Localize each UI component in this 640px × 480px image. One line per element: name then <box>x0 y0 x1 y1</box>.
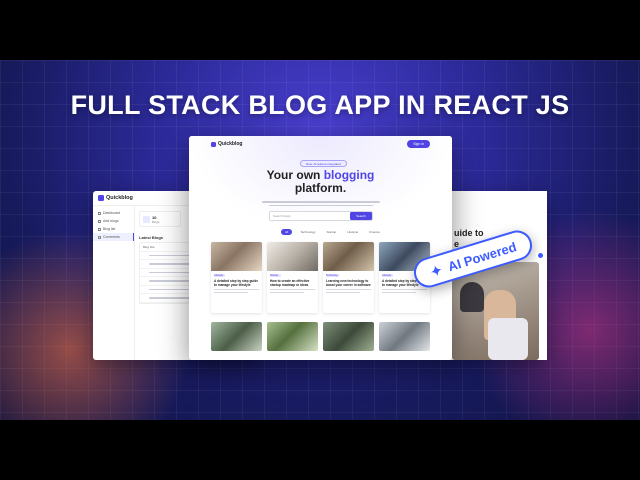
headline: FULL STACK BLOG APP IN REACT JS <box>70 90 570 120</box>
stat-card-blogs: 10 Blogs <box>139 211 181 227</box>
sidebar-item-blog-list[interactable]: Blog list <box>93 225 134 233</box>
blog-card-tag: Lifestyle <box>214 274 225 277</box>
blog-card[interactable] <box>323 322 374 351</box>
blog-card-title: A detailed step by step guide to manage … <box>214 279 258 287</box>
sparkle-icon <box>430 264 442 276</box>
blog-card[interactable] <box>267 322 318 351</box>
stat-label: Blogs <box>152 219 160 224</box>
blog-card-image <box>211 242 262 271</box>
letterbox-top <box>0 0 640 60</box>
hero-title-accent: blogging <box>323 168 375 182</box>
hero-subtitle <box>261 199 381 206</box>
blog-card-image <box>323 242 374 271</box>
blog-stat-icon <box>143 215 150 223</box>
tab-technology[interactable]: Technology <box>297 229 318 235</box>
list-icon <box>98 227 101 231</box>
blog-card-title: Learning new technology to boost your ca… <box>326 279 371 287</box>
blog-card-grid: Lifestyle A detailed step by step guide … <box>211 242 431 351</box>
navbar: Quickblog Sign in <box>189 136 452 152</box>
admin-sidebar: Dashboard Add blogs Blog list Comments <box>93 206 135 360</box>
admin-logo-text: Quickblog <box>106 195 133 201</box>
tab-finance[interactable]: Finance <box>366 229 383 235</box>
blog-card-image <box>267 322 318 351</box>
blog-card[interactable]: Technology Learning new technology to bo… <box>323 242 374 313</box>
sign-in-button[interactable]: Sign in <box>407 140 430 148</box>
add-icon <box>98 219 101 223</box>
tab-lifestyle[interactable]: Lifestyle <box>344 229 361 235</box>
comment-icon <box>98 235 101 239</box>
hero-title: Your own blogging platform. <box>266 168 375 195</box>
site-logo[interactable]: Quickblog <box>211 141 242 147</box>
blog-card-tag: Startup <box>270 274 281 277</box>
blog-card-image <box>379 322 430 351</box>
tab-startup[interactable]: Startup <box>324 229 340 235</box>
blog-card-tag: Lifestyle <box>382 274 393 277</box>
tab-all[interactable]: All <box>281 229 293 235</box>
home-icon <box>98 211 101 215</box>
logo-icon <box>211 141 216 147</box>
search-bar: Search blogs Search <box>269 211 373 221</box>
logo-icon <box>98 195 104 201</box>
letterbox-bottom <box>0 420 640 480</box>
blog-card[interactable]: Startup How to create an effective start… <box>267 242 318 313</box>
blog-card[interactable] <box>211 322 262 351</box>
blog-card-image <box>323 322 374 351</box>
blog-card-title: How to create an effective startup roadm… <box>270 279 310 287</box>
badge-pin-dot <box>536 251 545 260</box>
sidebar-item-dashboard[interactable]: Dashboard <box>93 209 134 217</box>
blog-card[interactable] <box>379 322 430 351</box>
sidebar-item-comments[interactable]: Comments <box>93 233 134 241</box>
blog-card[interactable]: Lifestyle A detailed step by step guide … <box>211 242 262 313</box>
sidebar-item-add-blogs[interactable]: Add blogs <box>93 217 134 225</box>
feature-badge: New: AI feature integrated <box>300 160 347 167</box>
blog-card-image <box>211 322 262 351</box>
logo-text: Quickblog <box>218 141 243 147</box>
category-tabs: All Technology Startup Lifestyle Finance <box>281 229 383 235</box>
search-button[interactable]: Search <box>350 212 372 220</box>
search-input[interactable]: Search blogs <box>273 214 291 218</box>
blog-card-tag: Technology <box>326 274 339 277</box>
blog-home-window: Quickblog Sign in New: AI feature integr… <box>189 136 452 360</box>
blog-card-image <box>267 242 318 271</box>
